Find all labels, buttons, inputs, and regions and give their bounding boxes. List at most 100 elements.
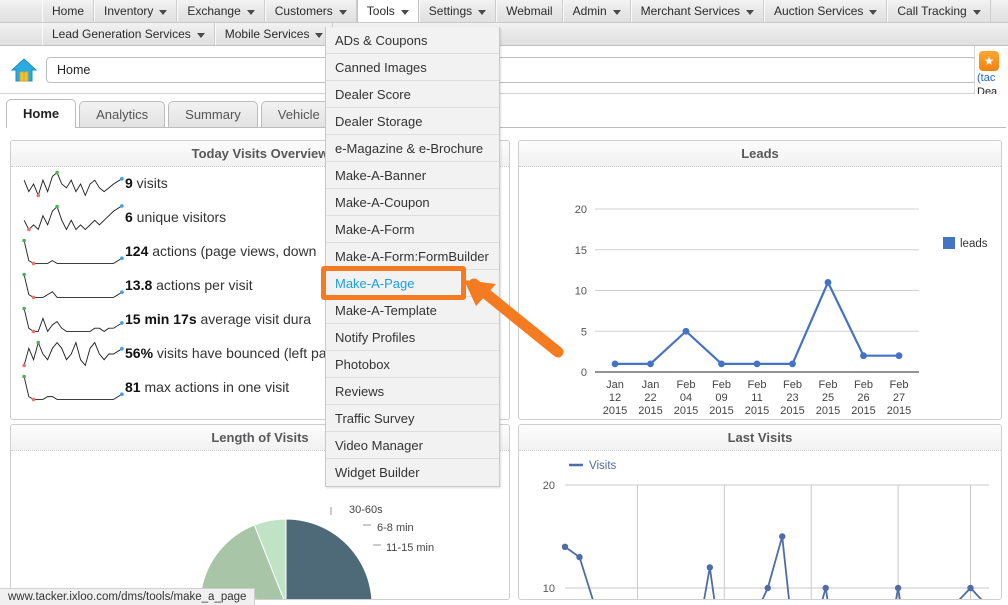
menu-item-label: Make-A-Banner [335, 168, 427, 183]
main-menu-bar-row2: Lead Generation Services Mobile Services [0, 23, 1008, 46]
x-axis-tick: Feb [783, 379, 802, 391]
menu-item-make-a-page[interactable]: Make-A-Page [326, 270, 499, 297]
tab-summary[interactable]: Summary [168, 101, 258, 127]
menu-left-spacer-2 [0, 23, 42, 45]
data-point [647, 360, 654, 368]
rail-text: Dea [977, 86, 998, 94]
x-axis-tick: 2015 [638, 405, 662, 417]
menu-merchant-services[interactable]: Merchant Services [630, 0, 764, 22]
leads-series-line [615, 281, 899, 365]
y-axis-tick: 20 [543, 480, 555, 492]
chevron-down-icon [400, 9, 409, 15]
menu-item-notify-profiles[interactable]: Notify Profiles [326, 324, 499, 351]
menu-item-make-a-template[interactable]: Make-A-Template [326, 297, 499, 324]
menu-settings[interactable]: Settings [418, 0, 497, 22]
x-axis-tick: 11 [751, 392, 762, 404]
x-axis-tick: Feb [854, 379, 873, 391]
menu-webmail-label: Webmail [506, 4, 553, 18]
menu-lead-generation-services[interactable]: Lead Generation Services [42, 23, 215, 45]
x-axis-tick: 2015 [816, 405, 840, 417]
y-axis-tick: 20 [575, 204, 587, 216]
menu-item-make-a-banner[interactable]: Make-A-Banner [326, 162, 499, 189]
menu-item-widget-builder[interactable]: Widget Builder [326, 459, 499, 486]
x-axis-tick: 26 [857, 392, 869, 404]
menu-customers[interactable]: Customers [264, 0, 357, 22]
overview-row-value: 56% [125, 345, 154, 361]
menu-item-video-manager[interactable]: Video Manager [326, 432, 499, 459]
chevron-down-icon [315, 32, 324, 38]
star-icon[interactable]: ★ [979, 51, 999, 71]
menu-item-photobox[interactable]: Photobox [326, 351, 499, 378]
overview-row-value: 81 [125, 379, 141, 395]
menu-exchange[interactable]: Exchange [177, 0, 265, 22]
right-rail-panel: ★ (tac Dea [974, 46, 1008, 94]
x-axis-tick: 2015 [887, 405, 911, 417]
x-axis-tick: 04 [680, 392, 692, 404]
menu-webmail[interactable]: Webmail [496, 0, 563, 22]
overview-row-value: 6 [125, 209, 133, 225]
menu-home[interactable]: Home [42, 0, 95, 22]
overview-row-text: 6 unique visitors [125, 203, 226, 226]
menu-item-make-a-form[interactable]: Make-A-Form [326, 216, 499, 243]
x-axis-tick: 2015 [745, 405, 769, 417]
menu-inventory[interactable]: Inventory [94, 0, 178, 22]
x-axis-tick: 2015 [674, 405, 698, 417]
breadcrumb-bar [0, 46, 1008, 94]
tab-analytics[interactable]: Analytics [79, 101, 166, 127]
overview-row-label: max actions in one visit [140, 379, 290, 395]
menu-item-canned-images[interactable]: Canned Images [326, 54, 499, 81]
menu-item-label: Video Manager [335, 438, 423, 453]
rail-link[interactable]: (tac [977, 72, 995, 84]
menu-item-e-magazine-e-brochure[interactable]: e-Magazine & e-Brochure [326, 135, 499, 162]
menu-call-tracking-label: Call Tracking [897, 4, 967, 18]
y-axis-tick: 10 [575, 286, 587, 298]
menu-item-traffic-survey[interactable]: Traffic Survey [326, 405, 499, 432]
menu-exchange-label: Exchange [187, 4, 241, 18]
menu-item-label: Canned Images [335, 60, 427, 75]
x-axis-tick: 09 [715, 392, 727, 404]
application-window: Home Inventory Exchange Customers Tools … [0, 0, 1008, 605]
x-axis-tick: 2015 [780, 405, 804, 417]
y-axis-tick: 10 [543, 583, 555, 595]
menu-item-label: Notify Profiles [335, 330, 416, 345]
legend-swatch [943, 237, 955, 249]
menu-item-label: Reviews [335, 384, 385, 399]
sparkline-icon [22, 238, 124, 266]
menu-item-make-a-form-formbuilder[interactable]: Make-A-Form:FormBuilder [326, 243, 499, 270]
sparkline-icon [22, 340, 124, 368]
menu-item-label: Photobox [335, 357, 390, 372]
menu-admin-label: Admin [572, 4, 607, 18]
overview-row-text: 9 visits [125, 169, 168, 192]
x-axis-tick: 25 [822, 392, 834, 404]
menu-item-ads-coupons[interactable]: ADs & Coupons [326, 27, 499, 54]
menu-tools[interactable]: Tools [356, 0, 419, 22]
menu-mobile-services-label: Mobile Services [224, 27, 310, 41]
menu-mobile-services[interactable]: Mobile Services [214, 23, 334, 45]
menu-admin[interactable]: Admin [562, 0, 631, 22]
data-point [682, 327, 690, 335]
breadcrumb-input[interactable] [46, 56, 976, 83]
x-axis-tick: 2015 [709, 405, 733, 417]
overview-row-text: 13.8 actions per visit [125, 271, 253, 294]
panel-leads-title: Leads [519, 141, 1001, 167]
menu-lead-generation-services-label: Lead Generation Services [52, 27, 191, 41]
menu-item-dealer-score[interactable]: Dealer Score [326, 81, 499, 108]
data-point [822, 584, 829, 592]
data-point [824, 278, 832, 286]
menu-item-reviews[interactable]: Reviews [326, 378, 499, 405]
menu-auction-services[interactable]: Auction Services [764, 0, 888, 22]
menu-item-label: Make-A-Template [335, 303, 437, 318]
home-icon[interactable] [10, 56, 38, 84]
tab-strip: Home Analytics Summary Vehicle [6, 99, 1006, 128]
menu-item-dealer-storage[interactable]: Dealer Storage [326, 108, 499, 135]
tab-home[interactable]: Home [6, 99, 77, 128]
x-axis-tick: Feb [712, 379, 731, 391]
overview-row-value: 124 [125, 243, 149, 259]
tab-home-label: Home [23, 106, 60, 121]
menu-auction-services-label: Auction Services [774, 4, 864, 18]
x-axis-tick: 2015 [851, 405, 875, 417]
chevron-down-icon [869, 9, 878, 15]
menu-call-tracking[interactable]: Call Tracking [887, 0, 991, 22]
chevron-down-icon [338, 9, 347, 15]
menu-item-make-a-coupon[interactable]: Make-A-Coupon [326, 189, 499, 216]
